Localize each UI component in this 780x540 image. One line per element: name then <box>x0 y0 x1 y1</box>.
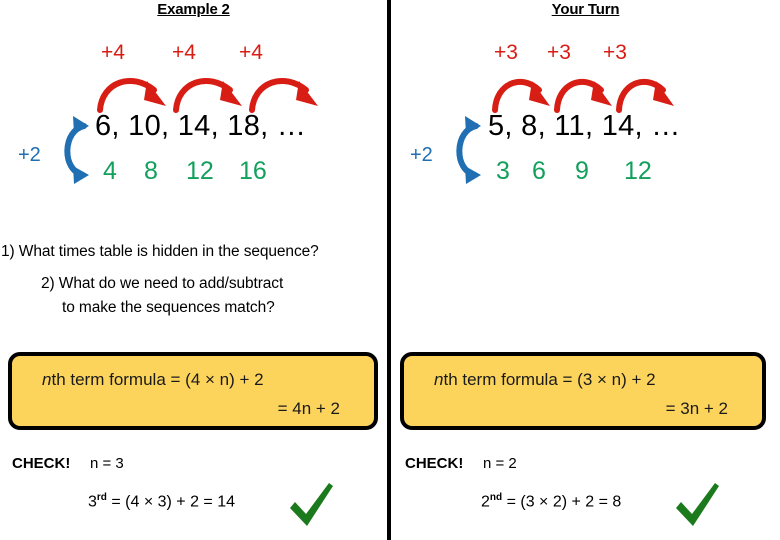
panel-example-2: Example 2 +4 +4 +4 +2 6, 10, 14, 18, … 4… <box>0 0 387 540</box>
formula-line-2: = 4n + 2 <box>277 399 340 418</box>
panel-title-example-2: Example 2 <box>157 1 230 18</box>
formula-line-1-rest: th term formula = (4 × n) + 2 <box>51 370 264 389</box>
formula-line-1: nth term formula = (3 × n) + 2 <box>434 370 656 390</box>
plus-two-label-left: +2 <box>18 144 41 166</box>
multiple-2: 6 <box>532 157 546 185</box>
check-label-left: CHECK! <box>12 455 71 472</box>
step-label-3: +4 <box>239 41 263 64</box>
step-label-1: +4 <box>101 41 125 64</box>
question-1: 1) What times table is hidden in the seq… <box>1 243 319 260</box>
slide-canvas: Example 2 +4 +4 +4 +2 6, 10, 14, 18, … 4… <box>0 0 780 540</box>
check-ordinal: 2 <box>481 493 490 511</box>
multiple-3: 12 <box>186 157 214 185</box>
question-2-line-2: to make the sequences match? <box>62 299 275 316</box>
check-label-right: CHECK! <box>405 455 464 472</box>
multiple-2: 8 <box>144 157 158 185</box>
panel-divider <box>387 0 391 540</box>
formula-line-2: = 3n + 2 <box>665 399 728 418</box>
plus-two-label-right: +2 <box>410 144 433 166</box>
multiple-4: 16 <box>239 157 267 185</box>
multiple-1: 3 <box>496 157 510 185</box>
check-expression: = (3 × 2) + 2 = 8 <box>502 493 622 511</box>
check-calculation-right: 2nd = (3 × 2) + 2 = 8 <box>481 492 621 511</box>
step-label-2: +3 <box>547 41 571 64</box>
check-ordinal: 3 <box>88 493 97 511</box>
check-calculation-left: 3rd = (4 × 3) + 2 = 14 <box>88 492 235 511</box>
step-label-1: +3 <box>494 41 518 64</box>
plus-two-hook-right <box>449 114 483 186</box>
jump-arrows-left <box>96 66 326 113</box>
multiple-4: 12 <box>624 157 652 185</box>
jump-arrows-right <box>491 66 681 113</box>
plus-two-hook-left <box>57 114 91 186</box>
step-label-3: +3 <box>603 41 627 64</box>
multiple-1: 4 <box>103 157 117 185</box>
check-n-right: n = 2 <box>483 455 517 472</box>
formula-box-left: nth term formula = (4 × n) + 2 = 4n + 2 <box>8 352 378 430</box>
question-2-line-1: 2) What do we need to add/subtract <box>41 275 284 292</box>
check-ordinal-suffix: nd <box>489 492 503 503</box>
step-label-2: +4 <box>172 41 196 64</box>
sequence-left: 6, 10, 14, 18, … <box>95 110 307 142</box>
step-labels-left: +4 +4 +4 <box>0 41 387 67</box>
check-expression: = (4 × 3) + 2 = 14 <box>106 493 235 511</box>
formula-line-1-rest: th term formula = (3 × n) + 2 <box>443 370 656 389</box>
green-tick-icon-right <box>673 481 721 531</box>
panel-title-your-turn: Your Turn <box>551 1 620 18</box>
multiple-3: 9 <box>575 157 589 185</box>
formula-line-1: nth term formula = (4 × n) + 2 <box>42 370 264 390</box>
step-labels-right: +3 +3 +3 <box>391 41 780 67</box>
panel-your-turn: Your Turn +3 +3 +3 +2 5, 8, 11, 14, … 3 … <box>391 0 780 540</box>
formula-box-right: nth term formula = (3 × n) + 2 = 3n + 2 <box>400 352 766 430</box>
green-tick-icon-left <box>287 481 335 531</box>
check-n-left: n = 3 <box>90 455 124 472</box>
check-ordinal-suffix: rd <box>96 492 107 503</box>
sequence-right: 5, 8, 11, 14, … <box>488 110 681 142</box>
